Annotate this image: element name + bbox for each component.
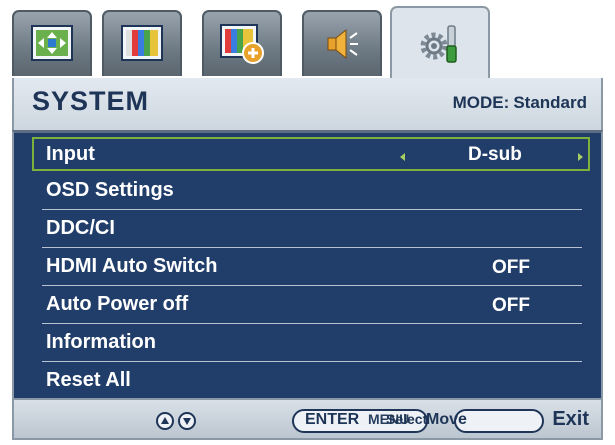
menu-item-value: D-sub [468,144,522,165]
arrow-right-icon[interactable] [578,153,583,161]
picture-adjust-icon [31,25,73,61]
mode-value: Standard [513,93,587,112]
menu-item-label: Auto Power off [46,293,189,315]
tab-system[interactable] [390,6,490,80]
menu-item-auto-power-off[interactable]: Auto Power off OFF [42,288,582,324]
menu-item-ddc-ci[interactable]: DDC/CI [42,212,582,248]
system-menu-list: Input D-sub OSD Settings DDC/CI HDMI Aut… [12,130,603,400]
osd-tab-strip [12,4,512,80]
menu-button[interactable] [454,409,544,433]
move-label: Move [426,411,467,428]
menu-item-label: HDMI Auto Switch [46,255,218,277]
menu-item-osd-settings[interactable]: OSD Settings [42,174,582,210]
up-arrow-button[interactable] [156,412,174,430]
tab-color[interactable] [102,10,182,76]
menu-item-information[interactable]: Information [42,326,582,362]
mode-indicator: MODE: Standard [449,93,587,113]
picture-advanced-icon [220,24,264,64]
menu-item-label: Input [46,143,95,165]
menu-item-hdmi-auto-switch[interactable]: HDMI Auto Switch OFF [42,250,582,286]
osd-header: SYSTEM MODE: Standard [12,78,603,130]
select-label: Select [386,411,428,427]
speaker-volume-icon [327,28,358,60]
menu-item-value: OFF [492,257,530,278]
osd-footer: ENTER MENU Select Move Exit [12,400,603,440]
down-arrow-button[interactable] [178,412,196,430]
system-gear-wrench-icon [420,25,457,63]
menu-item-label: Information [46,331,156,353]
arrow-left-icon[interactable] [400,153,405,161]
tab-audio[interactable] [302,10,382,76]
menu-item-label: OSD Settings [46,179,174,201]
page-title: SYSTEM [32,86,150,116]
mode-label: MODE: [452,93,510,112]
exit-label[interactable]: Exit [552,408,589,431]
menu-item-label: DDC/CI [46,217,115,239]
enter-label: ENTER [305,411,360,428]
menu-item-label: Reset All [46,369,131,391]
tab-picture[interactable] [12,10,92,76]
tab-picture-advanced[interactable] [202,10,282,76]
menu-item-value: OFF [492,295,530,316]
menu-item-input[interactable]: Input D-sub [32,137,590,171]
color-bars-icon [121,25,163,61]
menu-item-reset-all[interactable]: Reset All [42,364,582,400]
